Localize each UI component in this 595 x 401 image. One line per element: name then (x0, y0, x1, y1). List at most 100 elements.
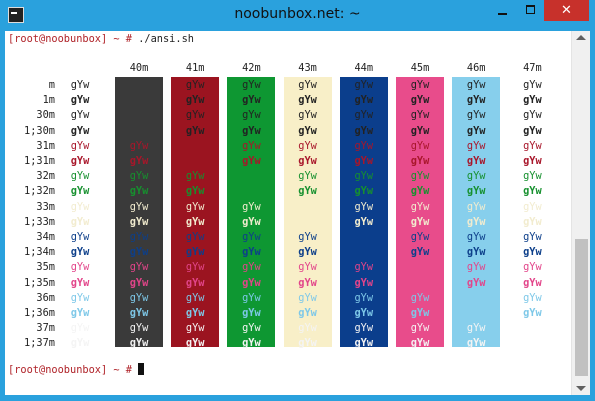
bg-header: 47m (523, 62, 542, 74)
sample-cell: gYw (410, 139, 430, 152)
title-bar[interactable]: noobunbox.net: ~ ✕ (0, 0, 595, 31)
sample-cell: gYw (410, 94, 430, 107)
sample-cell: gYw (523, 307, 542, 319)
row-label: 32m (36, 170, 55, 183)
scroll-up-arrow-icon[interactable] (576, 35, 586, 40)
sample-cell: gYw (410, 155, 430, 167)
sample-cell: gYw (354, 322, 374, 335)
sample-cell: gYw (129, 185, 149, 198)
sample-cell: gYw (410, 79, 430, 91)
sample-cell: gYw (70, 291, 90, 304)
sample-cell: gYw (70, 94, 90, 107)
sample-cell: gYw (242, 79, 261, 91)
sample-cell: gYw (466, 124, 486, 137)
sample-cell: gYw (298, 337, 317, 350)
sample-cell: gYw (410, 322, 430, 335)
sample-cell: gYw (242, 124, 261, 137)
terminal-window: noobunbox.net: ~ ✕ 40m 41m 42m 43m 44m 45m 46m… (0, 0, 595, 401)
sample-cell: gYw (70, 322, 90, 335)
minimize-button[interactable] (488, 0, 517, 21)
prompt: [root@noobunbox] ~ # (8, 364, 139, 376)
sample-cell: gYw (70, 307, 90, 319)
sample-cell: gYw (523, 185, 542, 198)
sample-cell: gYw (298, 322, 317, 335)
sample-cell: gYw (298, 291, 317, 304)
sample-cell: gYw (129, 231, 149, 243)
row-label: 1m (42, 94, 55, 107)
row-label: 1;37m (24, 337, 55, 350)
sample-cell: gYw (466, 109, 486, 122)
sample-cell: gYw (129, 307, 149, 319)
scroll-down-arrow-icon[interactable] (576, 386, 586, 391)
sample-cell: gYw (298, 246, 317, 259)
sample-cell: gYw (129, 337, 149, 350)
sample-cell: gYw (354, 200, 374, 213)
sample-cell: gYw (242, 155, 261, 167)
scrollbar-thumb[interactable] (575, 239, 588, 376)
text-cursor (138, 363, 145, 375)
sample-cell: gYw (523, 170, 542, 183)
close-button[interactable]: ✕ (544, 0, 589, 21)
sample-cell: gYw (129, 170, 149, 183)
sample-cell: gYw (354, 94, 374, 107)
row-label: 1;36m (24, 307, 55, 319)
sample-cell: gYw (354, 261, 374, 274)
maximize-button[interactable] (517, 0, 544, 21)
sample-cell: gYw (466, 139, 486, 152)
sample-cell: gYw (410, 185, 430, 198)
sample-cell: gYw (242, 307, 261, 319)
sample-cell: gYw (129, 246, 149, 259)
sample-cell: gYw (129, 200, 149, 213)
terminal-client-area: 40m 41m 42m 43m 44m 45m 46m 47m m gYw gYw gYw gYw gYw… (5, 31, 590, 395)
terminal-output[interactable]: 40m 41m 42m 43m 44m 45m 46m 47m m gYw gYw gYw gYw gYw… (5, 31, 571, 395)
sample-cell: gYw (242, 94, 261, 107)
sample-cell: gYw (410, 291, 430, 304)
sample-cell: gYw (298, 276, 317, 289)
sample-cell: gYw (354, 215, 374, 228)
sample-cell: gYw (185, 246, 205, 259)
sample-cell: gYw (70, 124, 90, 137)
sample-cell: gYw (523, 231, 542, 243)
sample-cell: gYw (410, 109, 430, 122)
sample-cell: gYw (466, 215, 486, 228)
sample-cell: gYw (129, 276, 149, 289)
sample-cell: gYw (129, 155, 149, 167)
row-label: 34m (36, 231, 55, 243)
sample-cell: gYw (242, 322, 261, 335)
sample-cell: gYw (298, 94, 317, 107)
sample-cell: gYw (354, 170, 374, 183)
sample-cell: gYw (185, 215, 205, 228)
sample-cell: gYw (354, 307, 374, 319)
sample-cell: gYw (523, 246, 542, 259)
sample-cell: gYw (298, 139, 317, 152)
sample-cell: gYw (70, 109, 90, 122)
row-label: 30m (36, 109, 55, 122)
sample-cell: gYw (354, 109, 374, 122)
sample-cell: gYw (466, 185, 486, 198)
input-line[interactable]: [root@noobunbox] ~ # (8, 363, 145, 376)
sample-cell: gYw (70, 170, 90, 183)
sample-cell: gYw (354, 291, 374, 304)
sample-cell: gYw (242, 261, 261, 274)
sample-cell: gYw (129, 291, 149, 304)
sample-cell: gYw (523, 291, 542, 304)
sample-cell: gYw (523, 94, 542, 107)
sample-cell: gYw (185, 124, 205, 137)
sample-cell: gYw (70, 261, 90, 274)
sample-cell: gYw (354, 155, 374, 167)
sample-cell: gYw (410, 124, 430, 137)
sample-cell: gYw (410, 215, 430, 228)
sample-cell: gYw (70, 139, 90, 152)
bg-header: 43m (298, 62, 317, 74)
sample-cell: gYw (185, 200, 205, 213)
row-label: 33m (36, 200, 55, 213)
sample-cell: gYw (298, 261, 317, 274)
sample-cell: gYw (466, 231, 486, 243)
sample-cell: gYw (354, 79, 374, 91)
sample-cell: gYw (523, 200, 542, 213)
sample-cell: gYw (70, 155, 90, 167)
row-label: 1;31m (24, 155, 55, 167)
sample-cell: gYw (242, 291, 261, 304)
sample-cell: gYw (242, 246, 261, 259)
vertical-scrollbar[interactable] (571, 31, 590, 395)
